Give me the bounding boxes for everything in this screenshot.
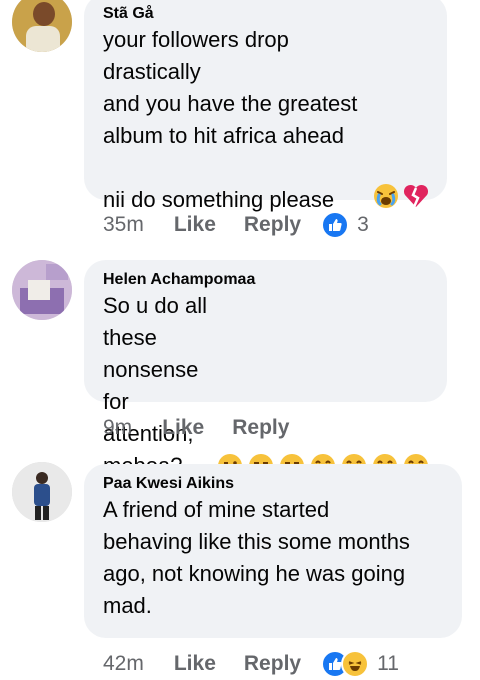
comment-author[interactable]: Helen Achampomaa (103, 270, 429, 290)
comment-author[interactable]: Paa Kwesi Aikins (103, 474, 444, 494)
comment-bubble: Paa Kwesi Aikins A friend of mine starte… (84, 464, 462, 638)
reaction-summary[interactable]: 11 (321, 650, 399, 678)
like-button[interactable]: Like (174, 652, 216, 676)
comment-text: your followers drop drastically and you … (103, 27, 358, 212)
comment-text: A friend of mine started behaving like t… (103, 497, 410, 618)
avatar[interactable] (12, 260, 72, 320)
comment-bubble: Stã Gå your followers drop drastically a… (84, 0, 447, 212)
like-button[interactable]: Like (162, 416, 204, 440)
like-button[interactable]: Like (174, 213, 216, 237)
avatar[interactable] (12, 462, 72, 522)
avatar[interactable] (12, 0, 72, 52)
reply-button[interactable]: Reply (244, 652, 301, 676)
comment-actions: 35m Like Reply 3 (103, 209, 369, 241)
broken-heart-icon (403, 183, 429, 214)
haha-icon (341, 650, 370, 678)
reaction-summary[interactable]: 3 (321, 211, 369, 239)
comment-timestamp[interactable]: 42m (103, 652, 144, 676)
crying-face-icon (373, 183, 399, 214)
comment-author[interactable]: Stã Gå (103, 4, 429, 24)
reaction-count: 3 (357, 213, 369, 236)
comment-bubble: Helen Achampomaa So u do all these nonse… (84, 260, 447, 478)
reply-button[interactable]: Reply (232, 416, 289, 440)
comment-actions: 42m Like Reply 11 (103, 648, 399, 680)
thumbs-up-icon (321, 211, 350, 239)
reply-button[interactable]: Reply (244, 213, 301, 237)
comment-text: So u do all these nonsense for attention… (103, 293, 207, 478)
reaction-count: 11 (377, 652, 399, 675)
comment-timestamp[interactable]: 35m (103, 213, 144, 237)
comment-actions: 9m Like Reply (103, 412, 317, 444)
comment-timestamp[interactable]: 9m (103, 416, 132, 440)
